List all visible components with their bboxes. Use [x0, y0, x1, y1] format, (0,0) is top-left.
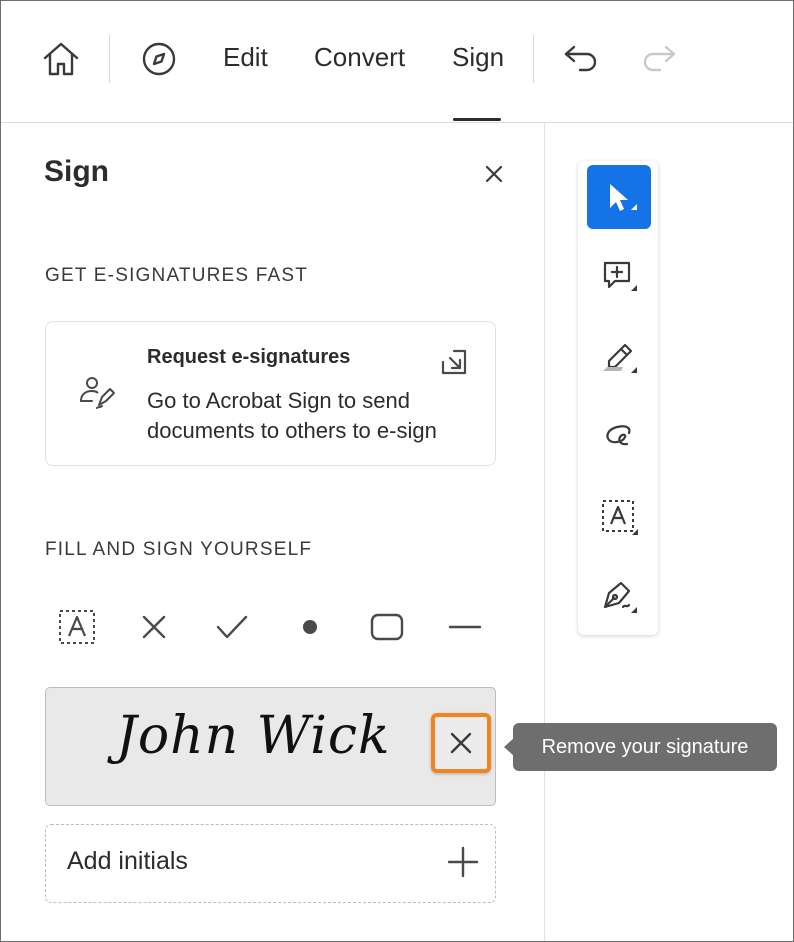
remove-signature-button[interactable] — [431, 713, 491, 773]
add-initials-button[interactable]: Add initials — [45, 824, 496, 903]
redo-icon[interactable] — [639, 39, 679, 79]
toolbar-divider — [533, 35, 534, 83]
tab-edit[interactable]: Edit — [223, 39, 268, 75]
quick-tools-rail — [578, 161, 658, 635]
compass-icon[interactable] — [139, 39, 179, 79]
text-box-button[interactable] — [587, 485, 651, 549]
tab-convert[interactable]: Convert — [314, 39, 405, 75]
add-comment-button[interactable] — [587, 245, 651, 309]
undo-icon[interactable] — [561, 39, 601, 79]
sign-pen-icon — [603, 581, 637, 613]
active-tab-indicator — [453, 118, 501, 121]
highlight-icon — [603, 343, 637, 373]
plus-icon — [446, 845, 480, 884]
acrobat-window: Edit Convert Sign Sign GET E-SIGNATURES … — [0, 0, 794, 942]
fill-sign-section-heading: FILL AND SIGN YOURSELF — [45, 539, 313, 560]
card-title: Request e-signatures — [147, 346, 351, 368]
saved-signature[interactable]: John Wick — [45, 687, 496, 806]
highlight-button[interactable] — [587, 325, 651, 389]
select-cursor-icon — [610, 184, 637, 211]
text-box-icon — [602, 500, 638, 535]
card-description: Go to Acrobat Sign to send documents to … — [147, 388, 437, 443]
close-icon[interactable] — [479, 159, 509, 189]
sign-panel: Sign GET E-SIGNATURES FAST Request e-sig… — [1, 123, 545, 941]
open-external-icon[interactable] — [440, 348, 468, 381]
home-icon[interactable] — [41, 39, 81, 79]
line-icon[interactable] — [445, 607, 485, 647]
select-tool-button[interactable] — [587, 165, 651, 229]
add-initials-label: Add initials — [67, 847, 188, 875]
freehand-draw-button[interactable] — [587, 405, 651, 469]
user-sign-icon — [78, 375, 116, 416]
tab-sign[interactable]: Sign — [452, 39, 504, 75]
toolbar-divider — [109, 35, 110, 83]
remove-signature-tooltip: Remove your signature — [513, 723, 777, 771]
cross-mark-icon[interactable] — [134, 607, 174, 647]
top-toolbar: Edit Convert Sign — [1, 1, 793, 123]
freehand-draw-icon — [606, 425, 631, 446]
request-esignatures-card[interactable]: Request e-signatures Go to Acrobat Sign … — [45, 321, 496, 466]
checkmark-icon[interactable] — [212, 607, 252, 647]
rounded-rect-icon[interactable] — [367, 607, 407, 647]
add-comment-icon — [603, 261, 637, 291]
esign-section-heading: GET E-SIGNATURES FAST — [45, 265, 309, 286]
dot-icon[interactable] — [290, 607, 330, 647]
close-icon — [450, 732, 472, 754]
signature-text: John Wick — [116, 706, 391, 766]
sign-tool-button[interactable] — [587, 565, 651, 629]
panel-title: Sign — [44, 155, 109, 188]
text-field-icon[interactable] — [57, 607, 97, 647]
